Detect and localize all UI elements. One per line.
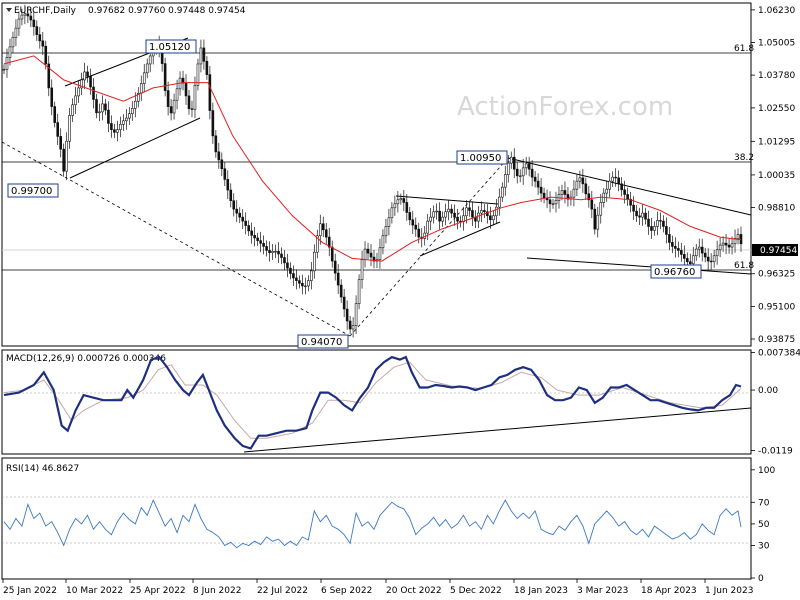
svg-text:EURCHF,Daily: EURCHF,Daily (14, 6, 77, 16)
price-tick-label: 1.01295 (758, 137, 795, 147)
price-tick-label: 1.06230 (758, 6, 795, 16)
price-tick-label: 1.00035 (758, 171, 795, 181)
date-tick-label: 20 Oct 2022 (386, 586, 442, 596)
chart-title: EURCHF,Daily 0.97682 0.97760 0.97448 0.9… (6, 6, 246, 16)
rsi-label: RSI(14) 46.8627 (6, 464, 79, 474)
date-tick-label: 10 Mar 2022 (66, 586, 123, 596)
candle (357, 274, 361, 310)
date-tick-label: 1 Jun 2023 (705, 586, 753, 596)
rsi-tick-label: 70 (758, 498, 770, 508)
rsi-tick-label: 0 (758, 574, 764, 584)
price-label-1.00950: 1.00950 (456, 150, 508, 165)
svg-text:0.94070: 0.94070 (301, 337, 342, 348)
date-tick-label: 18 Apr 2023 (641, 586, 697, 596)
svg-text:0.97454: 0.97454 (760, 246, 797, 256)
price-tick-label: 1.03780 (758, 71, 795, 81)
macd-tick-label: 0.007384 (758, 349, 800, 359)
price-tick-label: 1.05005 (758, 38, 795, 48)
watermark: ActionForex.com (457, 92, 673, 122)
price-tick-label: 0.96325 (758, 270, 795, 280)
svg-text:1.05120: 1.05120 (149, 42, 190, 53)
rsi-tick-label: 30 (758, 542, 770, 552)
date-tick-label: 3 Mar 2023 (577, 586, 628, 596)
macd-label: MACD(12,26,9) 0.000726 0.000346 (6, 354, 166, 364)
fib-label-38.2: 38.2 (734, 153, 754, 163)
date-tick-label: 22 Jul 2022 (257, 586, 308, 596)
date-tick-label: 25 Jan 2022 (3, 586, 57, 596)
date-tick-label: 6 Sep 2022 (321, 586, 372, 596)
svg-text:0.96760: 0.96760 (654, 267, 695, 278)
fib-label-61.8-upper: 61.8 (734, 44, 754, 54)
svg-text:0.97682 0.97760 0.97448 0.9745: 0.97682 0.97760 0.97448 0.97454 (88, 6, 246, 16)
price-tick-label: 0.93875 (758, 335, 795, 345)
price-label-0.94070: 0.94070 (297, 334, 349, 349)
date-tick-label: 8 Jun 2022 (193, 586, 241, 596)
date-tick-label: 18 Jan 2023 (514, 586, 568, 596)
eurchf-chart: ActionForex.com 1.05120 0.99700 1.00950 … (0, 0, 800, 600)
svg-text:1.00950: 1.00950 (460, 153, 501, 164)
rsi-tick-label: 50 (758, 520, 770, 530)
current-price-badge: 0.97454 (752, 244, 798, 256)
date-tick-label: 25 Apr 2022 (130, 586, 186, 596)
price-label-1.05120: 1.05120 (145, 39, 197, 54)
rsi-tick-label: 100 (758, 466, 775, 476)
macd-tick-label: 0.00 (758, 386, 778, 396)
date-tick-label: 5 Dec 2022 (450, 586, 502, 596)
price-label-0.96760: 0.96760 (650, 264, 702, 279)
fib-label-61.8-lower: 61.8 (734, 261, 754, 271)
price-label-0.99700: 0.99700 (7, 183, 59, 198)
price-tick-label: 0.95100 (758, 302, 795, 312)
svg-text:0.99700: 0.99700 (11, 186, 52, 197)
price-tick-label: 1.02550 (758, 104, 795, 114)
price-tick-label: 0.98810 (758, 204, 795, 214)
candle (163, 57, 167, 97)
macd-tick-label: -0.0119 (758, 446, 793, 456)
